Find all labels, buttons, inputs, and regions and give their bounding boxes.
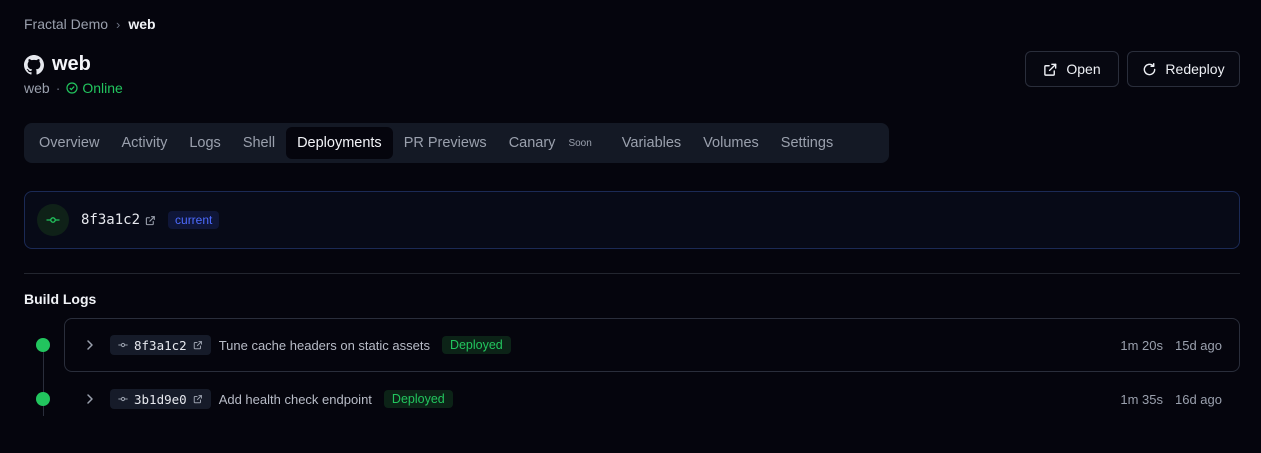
chevron-right-icon[interactable]: [83, 392, 97, 406]
redeploy-button[interactable]: Redeploy: [1127, 51, 1240, 87]
commit-message: Tune cache headers on static assets: [218, 337, 430, 353]
page-header: web: [24, 53, 91, 76]
build-log-row[interactable]: 8f3a1c2 Tune cache headers on static ass…: [64, 318, 1240, 372]
breadcrumb: Fractal Demo › web: [24, 16, 156, 32]
service-subtitle: web · Online: [24, 80, 123, 96]
header-actions: Open Redeploy: [1025, 51, 1240, 87]
external-link-icon: [145, 215, 155, 225]
tab-pr-previews[interactable]: PR Previews: [393, 127, 498, 159]
build-meta: 1m 20s 15d ago: [1120, 338, 1222, 353]
tab-overview[interactable]: Overview: [28, 127, 110, 159]
refresh-icon: [1144, 62, 1156, 75]
github-icon: [24, 54, 44, 75]
tab-canary[interactable]: Canary Soon: [498, 127, 611, 159]
build-duration: 1m 35s: [1120, 391, 1163, 407]
divider: [24, 273, 1240, 274]
commit-chip[interactable]: 3b1d9e0: [110, 389, 211, 409]
tab-label: Logs: [189, 135, 221, 151]
tab-label: Canary: [508, 135, 556, 151]
build-log-row[interactable]: 3b1d9e0 Add health check endpoint Deploy…: [64, 372, 1240, 426]
git-commit-icon: [118, 396, 128, 402]
soon-badge: Soon: [568, 137, 592, 149]
check-circle-icon: [66, 82, 78, 94]
tab-label: Settings: [780, 135, 834, 151]
tab-logs[interactable]: Logs: [178, 127, 231, 159]
timeline-dot: [36, 338, 50, 352]
current-badge: current: [168, 211, 220, 229]
tab-label: Volumes: [703, 135, 759, 151]
current-commit-link[interactable]: 8f3a1c2: [81, 212, 156, 228]
status-text: Online: [82, 80, 123, 96]
separator-dot: ·: [55, 80, 61, 96]
tab-deployments[interactable]: Deployments: [286, 127, 393, 159]
breadcrumb-project[interactable]: Fractal Demo: [24, 16, 108, 32]
open-button[interactable]: Open: [1025, 51, 1119, 87]
external-link-icon: [1044, 63, 1057, 76]
build-duration: 1m 20s: [1120, 337, 1163, 353]
tab-volumes[interactable]: Volumes: [692, 127, 770, 159]
current-deployment-card: 8f3a1c2 current: [24, 191, 1240, 249]
timeline-dot: [36, 392, 50, 406]
tab-label: Overview: [39, 135, 100, 151]
tab-settings[interactable]: Settings: [770, 127, 844, 159]
build-logs-title: Build Logs: [24, 291, 97, 307]
status-badge: Deployed: [383, 390, 453, 408]
tab-label: Activity: [121, 135, 168, 151]
service-name: web: [24, 80, 50, 96]
build-meta: 1m 35s 16d ago: [1120, 392, 1222, 407]
tab-activity[interactable]: Activity: [110, 127, 178, 159]
status-badge: Deployed: [441, 336, 511, 354]
commit-message: Add health check endpoint: [218, 391, 372, 407]
external-link-icon: [193, 395, 202, 404]
open-button-label: Open: [1066, 61, 1101, 77]
tab-label: Deployments: [297, 135, 382, 151]
build-age: 15d ago: [1175, 337, 1222, 353]
page-title: web: [52, 53, 91, 75]
status-indicator: Online: [66, 80, 123, 96]
commit-sha: 3b1d9e0: [134, 391, 187, 407]
redeploy-button-label: Redeploy: [1165, 61, 1225, 77]
git-commit-icon: [118, 342, 128, 348]
breadcrumb-service: web: [128, 16, 156, 32]
tab-label: PR Previews: [403, 135, 487, 151]
tab-shell[interactable]: Shell: [232, 127, 286, 159]
build-age: 16d ago: [1175, 391, 1222, 407]
chevron-right-icon: ›: [116, 16, 121, 32]
commit-sha: 8f3a1c2: [81, 212, 141, 228]
tab-bar: Overview Activity Logs Shell Deployments…: [24, 123, 889, 163]
tab-variables[interactable]: Variables: [611, 127, 692, 159]
commit-chip[interactable]: 8f3a1c2: [110, 335, 211, 355]
external-link-icon: [193, 341, 202, 350]
chevron-right-icon[interactable]: [83, 338, 97, 352]
commit-sha: 8f3a1c2: [134, 337, 187, 353]
tab-label: Shell: [242, 135, 276, 151]
tab-label: Variables: [621, 135, 682, 151]
git-commit-icon: [37, 204, 69, 236]
